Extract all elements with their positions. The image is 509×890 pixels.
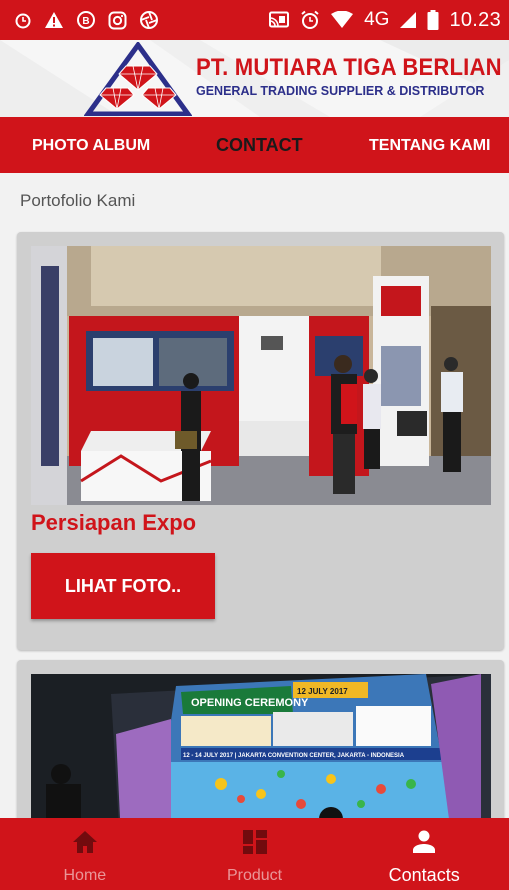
view-photos-button[interactable]: LIHAT FOTO.. (31, 553, 215, 619)
home-icon (72, 830, 98, 859)
bottom-nav-product-label: Product (226, 867, 283, 884)
portfolio-card: Persiapan Expo LIHAT FOTO.. (17, 232, 504, 650)
signal-icon (399, 11, 417, 29)
banner-text: OPENING CEREMONY (191, 697, 309, 709)
section-title: Portofolio Kami (20, 191, 136, 210)
bottom-nav-contacts-label: Contacts (388, 865, 460, 885)
status-bar: B 4G 10.23 (0, 0, 509, 40)
bottom-nav-product[interactable]: Product (170, 818, 340, 890)
event-venue-text: 12 - 14 JULY 2017 | JAKARTA CONVENTION C… (183, 753, 405, 759)
status-time: 10.23 (449, 8, 501, 31)
nav-photo-album[interactable]: PHOTO ALBUM (32, 137, 150, 155)
expo-booth-photo[interactable] (31, 246, 491, 505)
app-header: PT. MUTIARA TIGA BERLIAN GENERAL TRADING… (0, 40, 509, 117)
company-tagline: GENERAL TRADING SUPPLIER & DISTRIBUTOR (196, 84, 485, 98)
dashboard-icon (242, 830, 267, 859)
network-type-label: 4G (364, 9, 390, 30)
nav-contact[interactable]: CONTACT (216, 135, 303, 156)
bbm-icon: B (76, 10, 96, 30)
bottom-nav-contacts[interactable]: Contacts (339, 818, 509, 890)
bottom-nav-home[interactable]: Home (0, 818, 170, 890)
nav-tentang-kami[interactable]: TENTANG KAMI (369, 137, 490, 155)
bottom-nav-home-label: Home (63, 867, 107, 884)
card-title: Persiapan Expo (31, 510, 197, 535)
alarm-icon (14, 11, 32, 29)
person-icon (412, 830, 436, 859)
instagram-icon (108, 11, 127, 30)
company-text: PT. MUTIARA TIGA BERLIAN GENERAL TRADING… (196, 54, 509, 98)
svg-text:B: B (82, 16, 89, 27)
battery-icon (427, 10, 439, 30)
alarm-clock-icon (300, 10, 320, 30)
wifi-icon (330, 11, 354, 29)
cast-icon (268, 11, 290, 29)
event-date-text: 12 JULY 2017 (297, 687, 348, 696)
company-logo (83, 40, 193, 117)
company-name: PT. MUTIARA TIGA BERLIAN (196, 54, 502, 81)
bottom-nav: Home Product Contacts (0, 818, 509, 890)
warning-icon (44, 11, 64, 29)
shutter-icon (139, 10, 159, 30)
top-nav: PHOTO ALBUM CONTACT TENTANG KAMI (0, 117, 509, 173)
